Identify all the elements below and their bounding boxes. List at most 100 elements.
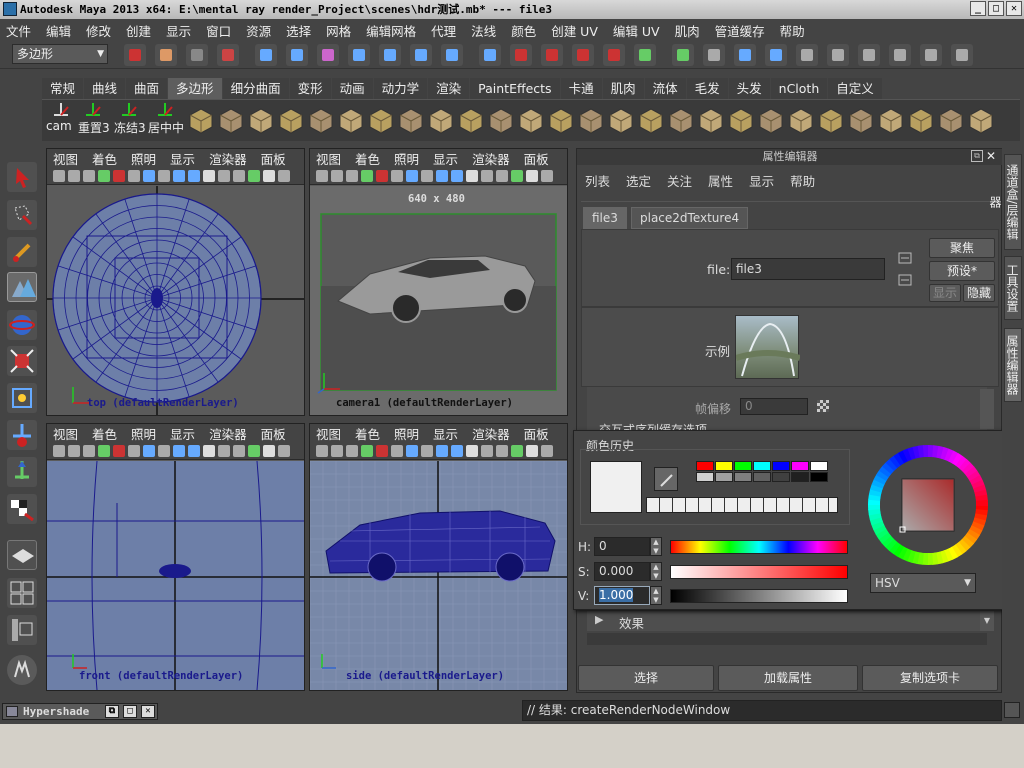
focus-button[interactable]: 聚焦 (929, 238, 995, 258)
shelf-tool-icon[interactable] (516, 103, 546, 135)
move-tool-icon[interactable] (7, 272, 37, 302)
universal-manipulator-icon[interactable] (7, 383, 37, 413)
show-manipulator-icon[interactable] (7, 457, 37, 487)
shelf-tab[interactable]: 毛发 (686, 78, 728, 99)
viewport-tool-icon[interactable] (481, 170, 493, 182)
viewport-tool-icon[interactable] (436, 445, 448, 457)
viewport-tool-icon[interactable] (233, 170, 245, 182)
menu-item[interactable]: 修改 (86, 21, 111, 40)
shelf-tab[interactable]: 常规 (42, 78, 84, 99)
menu-item[interactable]: 网格 (326, 21, 351, 40)
viewport-tool-icon[interactable] (451, 445, 463, 457)
section-expand-arrow-icon[interactable]: ▶ (595, 613, 603, 626)
shelf-tool-icon[interactable] (816, 103, 846, 135)
shelf-tool-icon[interactable] (276, 103, 306, 135)
viewport-tool-icon[interactable] (158, 170, 170, 182)
shelf-tool-icon[interactable] (936, 103, 966, 135)
hypershade-window-tab[interactable]: Hypershade ⧉ □ ✕ (2, 703, 158, 720)
viewport-tool-icon[interactable] (143, 445, 155, 457)
float-panel-icon[interactable]: ⧉ (971, 150, 983, 162)
status-line-tool-icon[interactable] (951, 44, 973, 66)
show-button[interactable]: 显示 (929, 284, 961, 302)
viewport-tool-icon[interactable] (248, 445, 260, 457)
ae-menu-show[interactable]: 显示 (749, 171, 774, 190)
color-wheel[interactable] (866, 443, 990, 567)
shelf-tool-icon[interactable] (606, 103, 636, 135)
status-line-tool-icon[interactable] (510, 44, 532, 66)
vp-menu-shading[interactable]: 着色 (355, 424, 380, 443)
viewport-tool-icon[interactable] (331, 170, 343, 182)
viewport-tool-icon[interactable] (541, 445, 553, 457)
viewport-tool-icon[interactable] (98, 170, 110, 182)
status-line-tool-icon[interactable] (541, 44, 563, 66)
status-line-tool-icon[interactable] (796, 44, 818, 66)
viewport-tool-icon[interactable] (511, 170, 523, 182)
viewport-tool-icon[interactable] (68, 170, 80, 182)
viewport-tool-icon[interactable] (203, 445, 215, 457)
status-line-tool-icon[interactable] (217, 44, 239, 66)
status-line-tool-icon[interactable] (379, 44, 401, 66)
viewport-tool-icon[interactable] (98, 445, 110, 457)
color-swatch[interactable] (791, 461, 809, 471)
menu-item[interactable]: 选择 (286, 21, 311, 40)
ae-hscrollbar[interactable] (587, 633, 987, 645)
shelf-tab[interactable]: 头发 (728, 78, 770, 99)
tab-place2dtexture4[interactable]: place2dTexture4 (631, 207, 749, 229)
color-swatch[interactable] (772, 461, 790, 471)
color-swatch[interactable] (715, 461, 733, 471)
shelf-tool-icon[interactable] (186, 103, 216, 135)
menu-item[interactable]: 创建 UV (551, 21, 598, 40)
shelf-tool-icon[interactable] (396, 103, 426, 135)
scale-tool-icon[interactable] (7, 346, 37, 376)
hue-slider[interactable] (670, 540, 848, 554)
shelf-tool-icon[interactable] (846, 103, 876, 135)
viewport-tool-icon[interactable] (248, 170, 260, 182)
vp-menu-show[interactable]: 显示 (170, 149, 195, 168)
shelf-tool-icon[interactable] (546, 103, 576, 135)
viewport-tool-icon[interactable] (173, 445, 185, 457)
shelf-tool-icon[interactable] (696, 103, 726, 135)
viewport-tool-icon[interactable] (263, 445, 275, 457)
color-mode-dropdown[interactable]: HSV ▼ (870, 573, 976, 593)
color-swatch[interactable] (772, 472, 790, 482)
status-line-tool-icon[interactable] (348, 44, 370, 66)
color-swatch[interactable] (696, 472, 714, 482)
status-line-tool-icon[interactable] (286, 44, 308, 66)
viewport-tool-icon[interactable] (113, 445, 125, 457)
close-panel-icon[interactable]: ✕ (984, 149, 998, 163)
viewport-tool-icon[interactable] (526, 445, 538, 457)
menu-item[interactable]: 法线 (471, 21, 496, 40)
vp-menu-view[interactable]: 视图 (53, 149, 78, 168)
vp-menu-shading[interactable]: 着色 (92, 149, 117, 168)
status-line-tool-icon[interactable] (441, 44, 463, 66)
paint-select-icon[interactable] (7, 237, 37, 267)
menu-item[interactable]: 创建 (126, 21, 151, 40)
viewport-tool-icon[interactable] (278, 170, 290, 182)
maximize-button[interactable]: □ (988, 1, 1004, 16)
load-attributes-button[interactable]: 加载属性 (718, 665, 858, 691)
tab-channel-box[interactable]: 通道盒/层编辑器 (988, 154, 1022, 250)
status-line-tool-icon[interactable] (410, 44, 432, 66)
vp-menu-show[interactable]: 显示 (433, 424, 458, 443)
status-line-tool-icon[interactable] (920, 44, 942, 66)
viewport-tool-icon[interactable] (263, 170, 275, 182)
status-line-tool-icon[interactable] (317, 44, 339, 66)
tab-tool-settings[interactable]: 工具设置 (1004, 256, 1022, 320)
vp-menu-renderer[interactable]: 渲染器 (472, 149, 510, 168)
vp-menu-view[interactable]: 视图 (316, 424, 341, 443)
shelf-tab[interactable]: 流体 (644, 78, 686, 99)
shelf-tool-icon[interactable] (666, 103, 696, 135)
viewport-tool-icon[interactable] (406, 170, 418, 182)
vp-menu-shading[interactable]: 着色 (92, 424, 117, 443)
vp-menu-view[interactable]: 视图 (53, 424, 78, 443)
viewport-tool-icon[interactable] (218, 170, 230, 182)
vp-menu-lighting[interactable]: 照明 (131, 424, 156, 443)
viewport-tool-icon[interactable] (541, 170, 553, 182)
viewport-tool-icon[interactable] (346, 170, 358, 182)
viewport-tool-icon[interactable] (331, 445, 343, 457)
viewport-tool-icon[interactable] (188, 445, 200, 457)
shelf-tab[interactable]: 动画 (331, 78, 373, 99)
vp-menu-panels[interactable]: 面板 (261, 149, 286, 168)
ae-menu-attributes[interactable]: 属性 (708, 171, 733, 190)
menu-item[interactable]: 窗口 (206, 21, 231, 40)
